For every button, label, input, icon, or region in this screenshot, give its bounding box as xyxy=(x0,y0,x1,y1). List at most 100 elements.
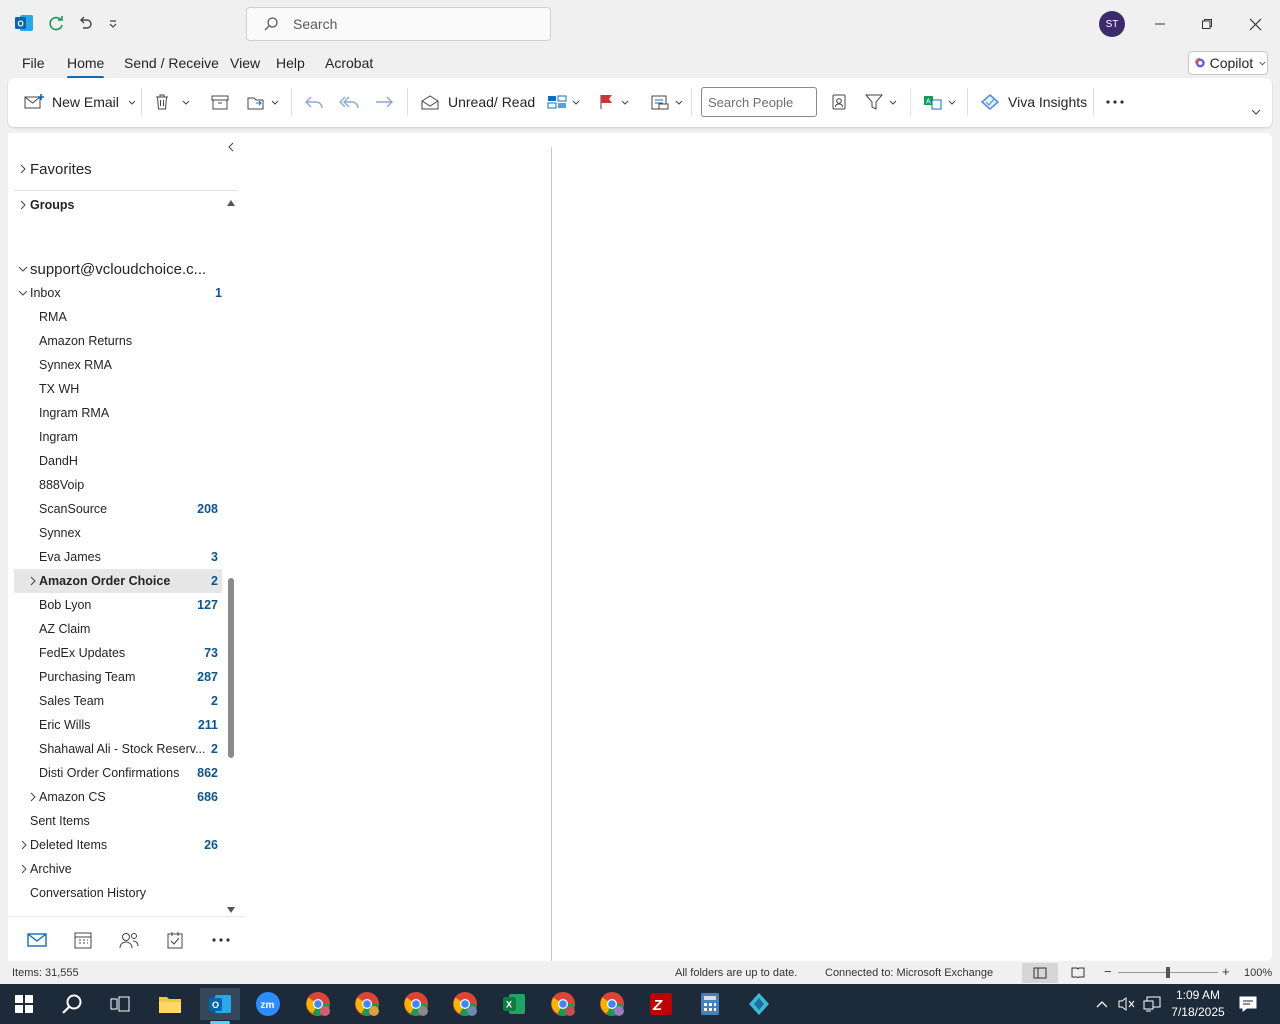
message-list[interactable] xyxy=(244,133,552,961)
folder-item[interactable]: Eva James 3 xyxy=(14,545,222,569)
chevron-right-icon[interactable] xyxy=(20,863,28,878)
chevron-down-icon[interactable] xyxy=(127,97,137,107)
scroll-up-arrow[interactable] xyxy=(226,195,236,210)
chevron-down-icon[interactable] xyxy=(674,97,684,107)
tab-help[interactable]: Help xyxy=(276,55,305,71)
categorize-button[interactable] xyxy=(547,90,581,114)
folder-item[interactable]: RMA xyxy=(14,305,222,329)
reply-all-button[interactable] xyxy=(339,90,359,114)
network-icon[interactable] xyxy=(1138,988,1166,1020)
flag-button[interactable] xyxy=(598,90,630,114)
copilot-button[interactable]: Copilot xyxy=(1188,51,1268,75)
restore-button[interactable] xyxy=(1184,0,1230,48)
folder-item[interactable]: Shahawal Ali - Stock Reserv... 2 xyxy=(14,737,222,761)
folder-item[interactable]: Sent Items xyxy=(14,809,222,833)
favorites-header[interactable]: Favorites xyxy=(18,157,226,181)
address-book-button[interactable] xyxy=(830,90,848,114)
folder-item[interactable]: Amazon Returns xyxy=(14,329,222,353)
tab-file[interactable]: File xyxy=(22,55,45,71)
folder-item[interactable]: Disti Order Confirmations 862 xyxy=(14,761,222,785)
chrome-profile-5-icon[interactable] xyxy=(543,988,583,1020)
chevron-right-icon[interactable] xyxy=(29,575,37,590)
folder-item[interactable]: ScanSource 208 xyxy=(14,497,222,521)
chrome-profile-6-icon[interactable] xyxy=(592,988,632,1020)
folder-item[interactable]: TX WH xyxy=(14,377,222,401)
scroll-down-arrow[interactable] xyxy=(226,902,236,916)
move-button[interactable] xyxy=(246,90,280,114)
folder-item[interactable]: Eric Wills 211 xyxy=(14,713,222,737)
chevron-down-icon[interactable] xyxy=(947,97,957,107)
more-options-button[interactable] xyxy=(1105,90,1125,114)
chevron-down-icon[interactable] xyxy=(270,97,280,107)
speaker-muted-icon[interactable] xyxy=(1112,988,1140,1020)
mail-icon[interactable] xyxy=(26,929,48,951)
groups-header[interactable]: Groups xyxy=(18,193,226,217)
chevron-right-icon[interactable] xyxy=(29,791,37,806)
folder-item[interactable]: Amazon CS 686 xyxy=(14,785,222,809)
folder-item[interactable]: Conversation History xyxy=(14,881,222,905)
zoom-out-button[interactable]: − xyxy=(1104,964,1112,979)
forward-button[interactable] xyxy=(374,90,394,114)
undo-icon[interactable] xyxy=(74,12,96,34)
archive-button[interactable] xyxy=(210,90,230,114)
customize-toolbar-icon[interactable] xyxy=(102,12,124,34)
unread-read-button[interactable]: Unread/ Read xyxy=(420,90,535,114)
file-explorer-icon[interactable] xyxy=(150,988,190,1020)
more-apps-icon[interactable] xyxy=(210,929,232,951)
folder-item[interactable]: Deleted Items 26 xyxy=(14,833,222,857)
calendar-icon[interactable] xyxy=(72,929,94,951)
outlook-taskbar-icon[interactable]: O xyxy=(200,988,240,1020)
reply-button[interactable] xyxy=(304,90,324,114)
folder-item[interactable]: Ingram xyxy=(14,425,222,449)
remote-app-icon[interactable] xyxy=(739,988,779,1020)
close-button[interactable] xyxy=(1232,0,1278,48)
folder-item[interactable]: Amazon Order Choice 2 xyxy=(14,569,222,593)
folder-item[interactable]: Archive xyxy=(14,857,222,881)
folder-scrollbar[interactable] xyxy=(228,578,234,758)
tab-send-receive[interactable]: Send / Receive xyxy=(124,55,219,71)
chevron-down-icon[interactable] xyxy=(620,97,630,107)
folder-item[interactable]: Purchasing Team 287 xyxy=(14,665,222,689)
folder-item[interactable]: Bob Lyon 127 xyxy=(14,593,222,617)
filter-email-button[interactable] xyxy=(864,90,898,114)
rules-button[interactable] xyxy=(650,90,684,114)
viva-insights-button[interactable]: Viva Insights xyxy=(980,90,1087,114)
reading-view-button[interactable] xyxy=(1071,966,1085,981)
chevron-down-icon[interactable] xyxy=(571,97,581,107)
delete-button[interactable] xyxy=(153,90,191,114)
zoom-app-icon[interactable]: zm xyxy=(248,988,288,1020)
tab-acrobat[interactable]: Acrobat xyxy=(325,55,373,71)
folder-item[interactable]: DandH xyxy=(14,449,222,473)
task-view-icon[interactable] xyxy=(100,988,140,1020)
calculator-icon[interactable] xyxy=(690,988,730,1020)
people-icon[interactable] xyxy=(118,929,140,951)
zoom-in-button[interactable]: + xyxy=(1222,964,1230,979)
folder-item[interactable]: Sales Team 2 xyxy=(14,689,222,713)
search-input[interactable]: Search xyxy=(246,7,551,41)
minimize-button[interactable] xyxy=(1137,0,1183,48)
filezilla-icon[interactable]: Z xyxy=(641,988,681,1020)
normal-view-button[interactable] xyxy=(1022,963,1058,983)
translate-button[interactable]: A xyxy=(923,90,957,114)
taskbar-search-icon[interactable] xyxy=(52,988,92,1020)
account-header[interactable]: support@vcloudchoice.c... xyxy=(18,257,232,281)
new-email-button[interactable]: New Email xyxy=(24,90,137,114)
folder-item[interactable]: AZ Claim xyxy=(14,617,222,641)
clock[interactable]: 1:09 AM 7/18/2025 xyxy=(1166,987,1230,1021)
notifications-icon[interactable] xyxy=(1232,988,1264,1020)
zoom-slider-thumb[interactable] xyxy=(1166,967,1170,978)
search-people-input[interactable]: Search People xyxy=(701,87,817,117)
sync-icon[interactable] xyxy=(45,12,67,34)
folder-item[interactable]: 888Voip xyxy=(14,473,222,497)
chrome-profile-4-icon[interactable] xyxy=(445,988,485,1020)
collapse-pane-icon[interactable] xyxy=(226,141,236,156)
tab-view[interactable]: View xyxy=(230,55,260,71)
folder-item[interactable]: Ingram RMA xyxy=(14,401,222,425)
chevron-down-icon[interactable] xyxy=(181,97,191,107)
excel-icon[interactable]: X xyxy=(494,988,534,1020)
chrome-profile-1-icon[interactable] xyxy=(298,988,338,1020)
folder-item[interactable]: FedEx Updates 73 xyxy=(14,641,222,665)
tab-home[interactable]: Home xyxy=(67,55,105,79)
chevron-down-icon[interactable] xyxy=(888,97,898,107)
tasks-icon[interactable] xyxy=(164,929,186,951)
